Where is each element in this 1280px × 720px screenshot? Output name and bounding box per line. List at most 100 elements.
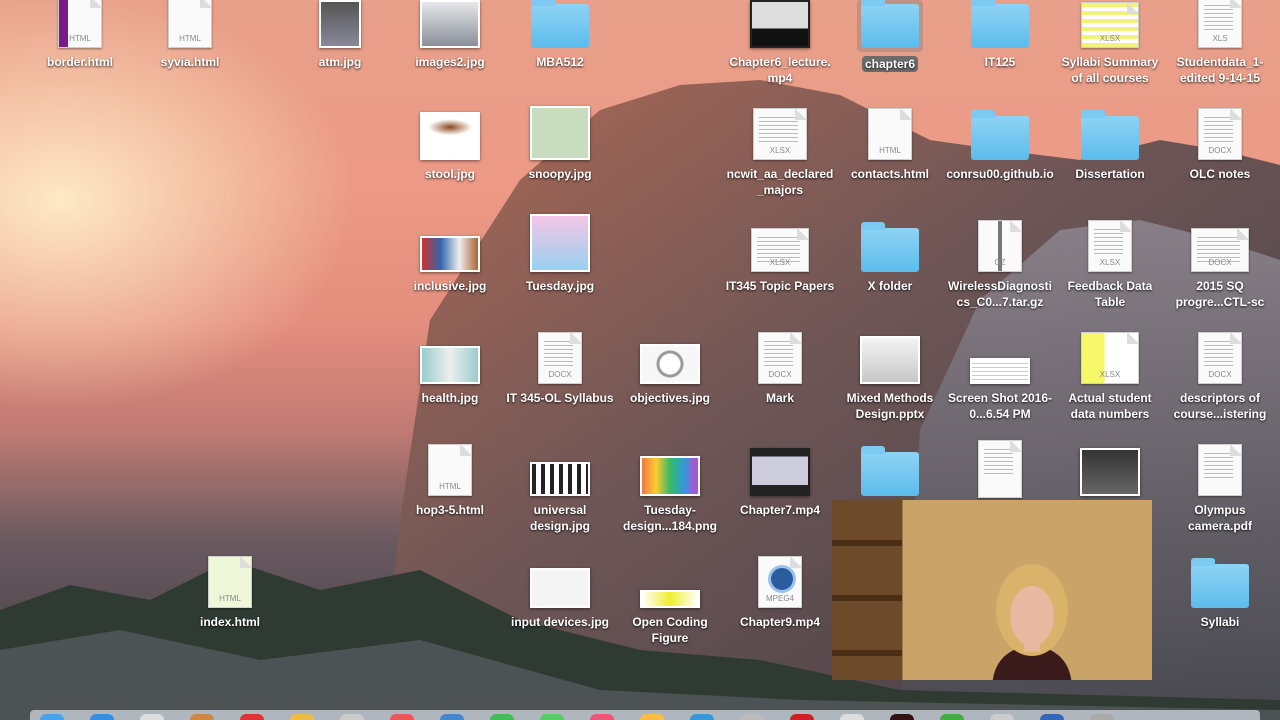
image-thumbnail-icon	[420, 236, 480, 272]
image-thumbnail-icon	[530, 214, 590, 272]
desktop-icon-partial-folder[interactable]	[835, 446, 945, 496]
image-thumbnail-icon	[640, 590, 700, 608]
spreadsheet-file-icon: XLSX	[1081, 332, 1139, 384]
desktop-icon-tuesday-design-png[interactable]: Tuesday-design...184.png	[615, 448, 725, 534]
spreadsheet-file-icon: XLSX	[753, 108, 807, 160]
desktop-icon-objectives-jpg[interactable]: objectives.jpg	[615, 336, 725, 406]
app-dock-icon[interactable]	[990, 714, 1014, 720]
desktop-icon-dissertation-folder[interactable]: Dissertation	[1055, 110, 1165, 182]
desktop-icon-tuesday-jpg[interactable]: Tuesday.jpg	[505, 214, 615, 294]
word-file-icon: DOCX	[1198, 332, 1242, 384]
dock	[30, 710, 1260, 720]
folder-icon	[861, 0, 919, 48]
quicktime-file-icon: MPEG4	[758, 556, 802, 608]
presenter-figure	[992, 564, 1072, 680]
desktop-icon-chapter6-folder[interactable]: chapter6	[835, 0, 945, 72]
desktop-icon-images2-jpg[interactable]: images2.jpg	[395, 0, 505, 70]
image-thumbnail-icon	[420, 112, 480, 160]
app-dock-icon[interactable]	[1040, 714, 1064, 720]
app-dock-icon[interactable]	[240, 714, 264, 720]
app-dock-icon[interactable]	[490, 714, 514, 720]
desktop-icon-syllabi-summary[interactable]: XLSX Syllabi Summary of all courses	[1055, 0, 1165, 86]
html-file-icon: HTML	[168, 0, 212, 48]
app-dock-icon[interactable]	[440, 714, 464, 720]
desktop-icon-inclusive-jpg[interactable]: inclusive.jpg	[395, 224, 505, 294]
pdf-file-icon	[1198, 444, 1242, 496]
folder-icon	[1081, 110, 1139, 160]
app-dock-icon[interactable]	[640, 714, 664, 720]
desktop-icon-border-html[interactable]: HTML border.html	[25, 0, 135, 70]
desktop-icon-actual-student-data[interactable]: XLSX Actual student data numbers	[1055, 332, 1165, 422]
desktop-icon-olympus-camera-pdf[interactable]: Olympus camera.pdf	[1165, 444, 1275, 534]
folder-icon	[1191, 558, 1249, 608]
desktop-icon-open-coding-figure[interactable]: Open Coding Figure	[615, 560, 725, 646]
desktop-icon-it345-topic-papers[interactable]: XLSX IT345 Topic Papers	[725, 224, 835, 294]
image-thumbnail-icon	[319, 0, 361, 48]
folder-icon	[971, 110, 1029, 160]
word-file-icon: DOCX	[1191, 228, 1249, 272]
desktop-icon-github-io-folder[interactable]: conrsu00.github.io	[945, 110, 1055, 182]
app-dock-icon[interactable]	[540, 714, 564, 720]
folder-icon	[861, 446, 919, 496]
app-dock-icon[interactable]	[340, 714, 364, 720]
desktop-icon-index-html[interactable]: HTML index.html	[175, 556, 285, 630]
word-file-icon: DOCX	[538, 332, 582, 384]
desktop-icon-syvia-html[interactable]: HTML syvia.html	[135, 0, 245, 70]
desktop-icon-2015-sq[interactable]: DOCX 2015 SQ progre...CTL-sc	[1165, 224, 1275, 310]
html-file-icon: HTML	[428, 444, 472, 496]
desktop-icon-it125-folder[interactable]: IT125	[945, 0, 1055, 70]
desktop-icon-input-devices[interactable]: input devices.jpg	[505, 560, 615, 630]
desktop-icon-atm-jpg[interactable]: atm.jpg	[285, 0, 395, 70]
desktop-icon-mark[interactable]: DOCX Mark	[725, 332, 835, 406]
safari-dock-icon[interactable]	[90, 714, 114, 720]
desktop-icon-universal-design[interactable]: universal design.jpg	[505, 448, 615, 534]
app-dock-icon[interactable]	[590, 714, 614, 720]
desktop-icon-it345-syllabus[interactable]: DOCX IT 345-OL Syllabus	[505, 332, 615, 406]
archive-file-icon: GZ	[978, 220, 1022, 272]
html-file-icon: HTML	[208, 556, 252, 608]
desktop-icon-studentdata[interactable]: XLS Studentdata_1-edited 9-14-15	[1165, 0, 1275, 86]
app-dock-icon[interactable]	[740, 714, 764, 720]
desktop-icon-wireless-diagnostics[interactable]: GZ WirelessDiagnostics_C0...7.tar.gz	[945, 220, 1055, 310]
video-thumbnail-icon	[750, 0, 810, 48]
app-dock-icon[interactable]	[840, 714, 864, 720]
app-dock-icon[interactable]	[390, 714, 414, 720]
app-dock-icon[interactable]	[690, 714, 714, 720]
word-file-icon: DOCX	[758, 332, 802, 384]
desktop-icon-ncwit-majors[interactable]: XLSX ncwit_aa_declared_majors	[725, 108, 835, 198]
desktop-icon-screen-shot[interactable]: Screen Shot 2016-0...6.54 PM	[945, 336, 1055, 422]
desktop-icon-descriptors[interactable]: DOCX descriptors of course...istering	[1165, 332, 1275, 422]
desktop-icon-stool-jpg[interactable]: stool.jpg	[395, 112, 505, 182]
desktop-icon-x-folder[interactable]: X folder	[835, 222, 945, 294]
desktop-icon-feedback-data-table[interactable]: XLSX Feedback Data Table	[1055, 220, 1165, 310]
spreadsheet-file-icon: XLS	[1198, 0, 1242, 48]
desktop-icon-chapter9-mp4[interactable]: MPEG4 Chapter9.mp4	[725, 556, 835, 630]
folder-icon	[531, 0, 589, 48]
word-file-icon: DOCX	[1198, 108, 1242, 160]
trash-dock-icon[interactable]	[1090, 714, 1114, 720]
desktop-icon-health-jpg[interactable]: health.jpg	[395, 336, 505, 406]
desktop-icon-mba512-folder[interactable]: MBA512	[505, 0, 615, 70]
desktop-icon-partial-doc[interactable]	[945, 440, 1055, 498]
desktop-icon-mixed-methods-pptx[interactable]: Mixed Methods Design.pptx	[835, 336, 945, 422]
app-dock-icon[interactable]	[290, 714, 314, 720]
image-thumbnail-icon	[970, 358, 1030, 384]
desktop-icon-chapter7-mp4[interactable]: Chapter7.mp4	[725, 448, 835, 518]
finder-dock-icon[interactable]	[40, 714, 64, 720]
desktop-icon-partial-screenshot[interactable]	[1055, 448, 1165, 496]
image-thumbnail-icon	[640, 344, 700, 384]
app-dock-icon[interactable]	[940, 714, 964, 720]
folder-icon	[971, 0, 1029, 48]
app-dock-icon[interactable]	[190, 714, 214, 720]
app-dock-icon[interactable]	[140, 714, 164, 720]
app-dock-icon[interactable]	[790, 714, 814, 720]
desktop-icon-chapter6-lecture-mp4[interactable]: Chapter6_lecture.mp4	[725, 0, 835, 86]
app-dock-icon[interactable]	[890, 714, 914, 720]
desktop-icon-contacts-html[interactable]: HTML contacts.html	[835, 108, 945, 182]
desktop-icon-snoopy-jpg[interactable]: snoopy.jpg	[505, 106, 615, 182]
desktop-icon-olc-notes[interactable]: DOCX OLC notes	[1165, 108, 1275, 182]
desktop-icon-syllabi-folder[interactable]: Syllabi	[1165, 558, 1275, 630]
desktop-icon-hop3-5-html[interactable]: HTML hop3-5.html	[395, 444, 505, 518]
presenter-webcam-overlay	[832, 500, 1152, 680]
spreadsheet-file-icon: XLSX	[1081, 2, 1139, 48]
